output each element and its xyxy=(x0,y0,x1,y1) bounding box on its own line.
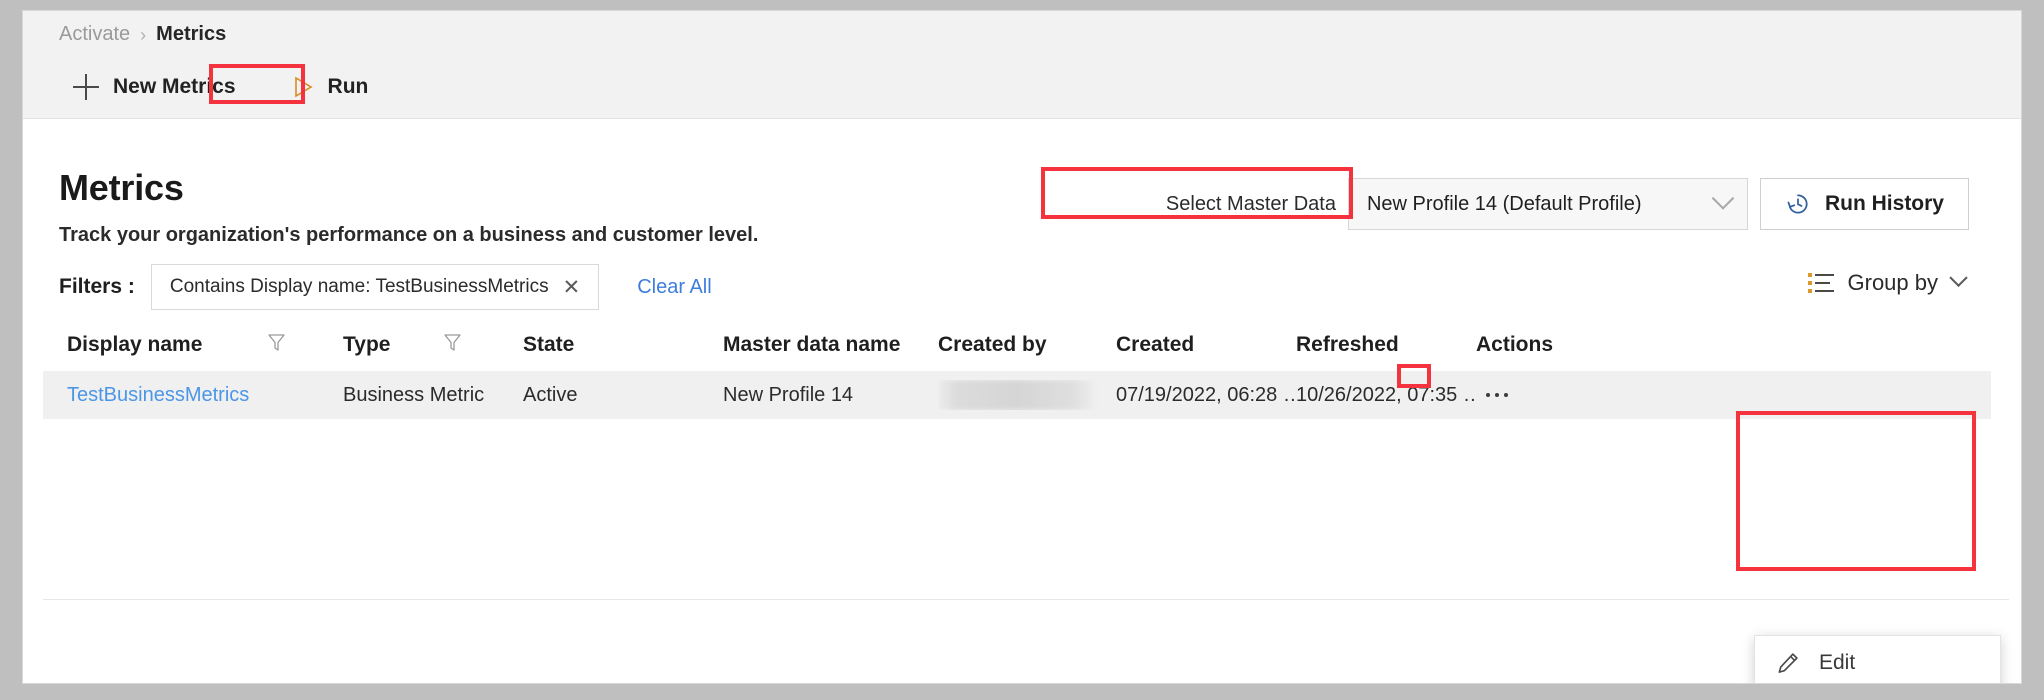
column-label: State xyxy=(523,333,574,357)
filter-chip[interactable]: Contains Display name: TestBusinessMetri… xyxy=(151,264,599,310)
new-metrics-label: New Metrics xyxy=(113,75,236,99)
plus-icon xyxy=(73,74,99,100)
master-data-selected-value: New Profile 14 (Default Profile) xyxy=(1367,193,1642,216)
column-header-created: Created xyxy=(1116,333,1296,357)
table-bottom-divider xyxy=(43,599,2009,600)
filter-chip-label: Contains Display name: TestBusinessMetri… xyxy=(170,276,549,298)
column-header-state: State xyxy=(523,333,723,357)
column-label: Created by xyxy=(938,333,1047,357)
cell-refreshed: 10/26/2022, 07:35 … xyxy=(1296,384,1476,407)
column-header-type: Type xyxy=(343,333,523,358)
group-by-label: Group by xyxy=(1848,270,1939,296)
column-header-created-by: Created by xyxy=(938,333,1116,357)
chevron-down-icon xyxy=(1949,268,1967,286)
master-data-select[interactable]: New Profile 14 (Default Profile) xyxy=(1348,178,1748,230)
breadcrumb-item-metrics: Metrics xyxy=(156,23,226,46)
new-metrics-button[interactable]: New Metrics xyxy=(59,66,250,108)
run-button[interactable]: Run xyxy=(268,67,391,107)
column-label: Refreshed xyxy=(1296,333,1399,357)
run-label: Run xyxy=(328,75,369,99)
column-header-refreshed: Refreshed xyxy=(1296,333,1476,357)
chevron-down-icon xyxy=(1712,187,1735,210)
column-label: Type xyxy=(343,333,390,357)
row-actions-menu: Edit Rename xyxy=(1754,635,2001,684)
run-history-button[interactable]: Run History xyxy=(1760,178,1969,230)
filters-label: Filters : xyxy=(59,275,135,299)
master-data-controls: Select Master Data New Profile 14 (Defau… xyxy=(1166,178,1969,230)
column-header-display-name: Display name xyxy=(43,333,343,358)
cell-created: 07/19/2022, 06:28 … xyxy=(1116,384,1296,407)
page-title: Metrics xyxy=(59,167,184,209)
cell-created-by xyxy=(938,380,1116,410)
column-label: Created xyxy=(1116,333,1194,357)
cell-state: Active xyxy=(523,384,723,407)
filters-row: Filters : Contains Display name: TestBus… xyxy=(59,264,712,310)
group-by-button[interactable]: Group by xyxy=(1804,264,1970,302)
top-command-bar: Activate › Metrics New Metrics Run xyxy=(23,11,2021,119)
redacted-created-by-value xyxy=(938,380,1096,410)
column-header-master-data-name: Master data name xyxy=(723,333,938,357)
list-icon xyxy=(1808,272,1834,294)
cell-master-data-name: New Profile 14 xyxy=(723,384,938,407)
table-row[interactable]: TestBusinessMetrics Business Metric Acti… xyxy=(43,371,1991,419)
breadcrumb: Activate › Metrics xyxy=(59,23,226,46)
row-actions-kebab-icon[interactable] xyxy=(1476,382,1518,408)
metrics-table: Display name Type xyxy=(43,319,1991,419)
history-clock-icon xyxy=(1785,191,1811,217)
clear-all-link[interactable]: Clear All xyxy=(637,276,711,299)
column-label: Actions xyxy=(1476,333,1553,357)
menu-item-label: Edit xyxy=(1819,651,1855,675)
table-header-row: Display name Type xyxy=(43,319,1991,371)
cell-actions xyxy=(1476,382,1626,408)
page-subtitle: Track your organization's performance on… xyxy=(59,224,758,247)
filter-funnel-icon[interactable] xyxy=(268,333,285,358)
app-window: Activate › Metrics New Metrics Run Metri… xyxy=(22,10,2022,684)
cell-type: Business Metric xyxy=(343,384,523,407)
breadcrumb-separator-icon: › xyxy=(140,26,146,44)
run-history-label: Run History xyxy=(1825,192,1944,216)
close-icon[interactable]: ✕ xyxy=(563,277,581,298)
column-label: Master data name xyxy=(723,333,900,357)
filter-funnel-icon[interactable] xyxy=(444,333,461,358)
toolbar: New Metrics Run xyxy=(59,66,390,108)
menu-item-edit[interactable]: Edit xyxy=(1755,640,2000,684)
column-label: Display name xyxy=(67,333,202,357)
select-master-data-label: Select Master Data xyxy=(1166,193,1336,216)
pencil-icon xyxy=(1775,650,1801,676)
cell-display-name[interactable]: TestBusinessMetrics xyxy=(43,384,343,407)
breadcrumb-item-activate[interactable]: Activate xyxy=(59,23,130,46)
play-icon xyxy=(290,75,314,99)
page-body: Metrics Track your organization's perfor… xyxy=(23,119,2021,683)
column-header-actions: Actions xyxy=(1476,333,1626,357)
